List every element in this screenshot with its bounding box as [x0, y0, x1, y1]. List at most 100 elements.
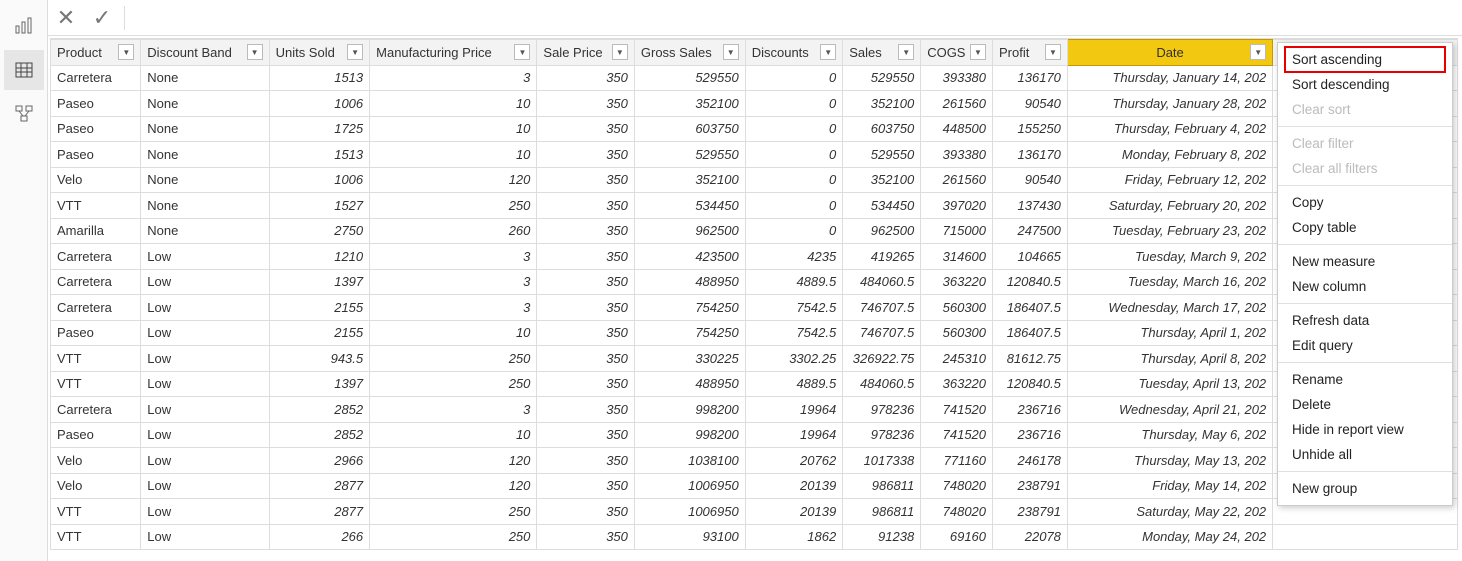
cell-units[interactable]: 266: [269, 524, 370, 550]
cell-disc[interactable]: 19964: [745, 422, 842, 448]
cell-sales[interactable]: 986811: [843, 473, 921, 499]
cancel-formula-button[interactable]: ✕: [48, 0, 84, 36]
cell-discband[interactable]: None: [141, 142, 269, 168]
cell-disc[interactable]: 4235: [745, 244, 842, 270]
cell-product[interactable]: Velo: [51, 473, 141, 499]
cell-profit[interactable]: 236716: [993, 422, 1068, 448]
cell-units[interactable]: 1210: [269, 244, 370, 270]
cell-sales[interactable]: 746707.5: [843, 295, 921, 321]
cell-sales[interactable]: 326922.75: [843, 346, 921, 372]
cell-cogs[interactable]: 363220: [921, 371, 993, 397]
cell-cogs[interactable]: 393380: [921, 142, 993, 168]
cell-cogs[interactable]: 393380: [921, 65, 993, 91]
cell-discband[interactable]: None: [141, 193, 269, 219]
cell-units[interactable]: 1397: [269, 269, 370, 295]
cell-cogs[interactable]: 261560: [921, 167, 993, 193]
cell-disc[interactable]: 0: [745, 91, 842, 117]
cell-sale[interactable]: 350: [537, 218, 634, 244]
cell-units[interactable]: 2852: [269, 397, 370, 423]
cell-mfg[interactable]: 10: [370, 142, 537, 168]
cell-sales[interactable]: 484060.5: [843, 269, 921, 295]
cell-sales[interactable]: 352100: [843, 167, 921, 193]
cell-units[interactable]: 1006: [269, 91, 370, 117]
cell-profit[interactable]: 186407.5: [993, 320, 1068, 346]
cell-sale[interactable]: 350: [537, 91, 634, 117]
cell-mfg[interactable]: 250: [370, 193, 537, 219]
cell-product[interactable]: VTT: [51, 371, 141, 397]
cell-disc[interactable]: 0: [745, 142, 842, 168]
cell-profit[interactable]: 246178: [993, 448, 1068, 474]
cell-mfg[interactable]: 10: [370, 91, 537, 117]
cell-sales[interactable]: 1017338: [843, 448, 921, 474]
ctx-new-column[interactable]: New column: [1278, 274, 1452, 299]
ctx-new-measure[interactable]: New measure: [1278, 249, 1452, 274]
cell-product[interactable]: Velo: [51, 448, 141, 474]
cell-sale[interactable]: 350: [537, 422, 634, 448]
cell-discband[interactable]: None: [141, 116, 269, 142]
cell-discband[interactable]: Low: [141, 422, 269, 448]
cell-sale[interactable]: 350: [537, 346, 634, 372]
cell-product[interactable]: Paseo: [51, 422, 141, 448]
table-row[interactable]: VTTNone152725035053445005344503970201374…: [51, 193, 1458, 219]
cell-mfg[interactable]: 250: [370, 524, 537, 550]
cell-product[interactable]: Carretera: [51, 295, 141, 321]
table-row[interactable]: AmarillaNone2750260350962500096250071500…: [51, 218, 1458, 244]
cell-product[interactable]: Carretera: [51, 65, 141, 91]
column-filter-button[interactable]: ▼: [612, 44, 628, 60]
cell-date[interactable]: Thursday, January 28, 202: [1067, 91, 1272, 117]
cell-profit[interactable]: 22078: [993, 524, 1068, 550]
cell-profit[interactable]: 137430: [993, 193, 1068, 219]
cell-mfg[interactable]: 250: [370, 346, 537, 372]
cell-sales[interactable]: 978236: [843, 397, 921, 423]
cell-date[interactable]: Tuesday, March 9, 202: [1067, 244, 1272, 270]
cell-date[interactable]: Friday, May 14, 202: [1067, 473, 1272, 499]
cell-units[interactable]: 1006: [269, 167, 370, 193]
cell-disc[interactable]: 20762: [745, 448, 842, 474]
table-row[interactable]: VeloLow296612035010381002076210173387711…: [51, 448, 1458, 474]
data-view-button[interactable]: [4, 50, 44, 90]
cell-mfg[interactable]: 120: [370, 167, 537, 193]
cell-gross[interactable]: 352100: [634, 91, 745, 117]
cell-disc[interactable]: 0: [745, 65, 842, 91]
cell-disc[interactable]: 0: [745, 193, 842, 219]
cell-discband[interactable]: Low: [141, 244, 269, 270]
table-row[interactable]: CarreteraLow139733504889504889.5484060.5…: [51, 269, 1458, 295]
cell-gross[interactable]: 962500: [634, 218, 745, 244]
cell-mfg[interactable]: 3: [370, 244, 537, 270]
cell-product[interactable]: VTT: [51, 193, 141, 219]
cell-cogs[interactable]: 448500: [921, 116, 993, 142]
cell-sale[interactable]: 350: [537, 167, 634, 193]
cell-date[interactable]: Thursday, May 6, 202: [1067, 422, 1272, 448]
table-row[interactable]: VTTLow13972503504889504889.5484060.53632…: [51, 371, 1458, 397]
cell-product[interactable]: Velo: [51, 167, 141, 193]
cell-product[interactable]: Carretera: [51, 397, 141, 423]
cell-discband[interactable]: Low: [141, 295, 269, 321]
cell-sales[interactable]: 484060.5: [843, 371, 921, 397]
cell-profit[interactable]: 155250: [993, 116, 1068, 142]
table-row[interactable]: PaseoNone1513103505295500529550393380136…: [51, 142, 1458, 168]
cell-sale[interactable]: 350: [537, 244, 634, 270]
cell-profit[interactable]: 236716: [993, 397, 1068, 423]
cell-cogs[interactable]: 748020: [921, 499, 993, 525]
cell-sales[interactable]: 534450: [843, 193, 921, 219]
cell-cogs[interactable]: 741520: [921, 397, 993, 423]
cell-cogs[interactable]: 560300: [921, 320, 993, 346]
cell-cogs[interactable]: 741520: [921, 422, 993, 448]
cell-cogs[interactable]: 245310: [921, 346, 993, 372]
cell-date[interactable]: Saturday, May 22, 202: [1067, 499, 1272, 525]
cell-disc[interactable]: 3302.25: [745, 346, 842, 372]
ctx-refresh-data[interactable]: Refresh data: [1278, 308, 1452, 333]
cell-sales[interactable]: 529550: [843, 65, 921, 91]
cell-profit[interactable]: 90540: [993, 91, 1068, 117]
column-header-product[interactable]: Product▼: [51, 40, 141, 66]
cell-gross[interactable]: 998200: [634, 422, 745, 448]
cell-mfg[interactable]: 120: [370, 448, 537, 474]
column-filter-button[interactable]: ▼: [723, 44, 739, 60]
cell-profit[interactable]: 238791: [993, 473, 1068, 499]
cell-disc[interactable]: 4889.5: [745, 269, 842, 295]
cell-sales[interactable]: 529550: [843, 142, 921, 168]
column-filter-button[interactable]: ▼: [898, 44, 914, 60]
cell-discband[interactable]: Low: [141, 269, 269, 295]
column-header-sale[interactable]: Sale Price▼: [537, 40, 634, 66]
table-row[interactable]: VeloLow287712035010069502013998681174802…: [51, 473, 1458, 499]
